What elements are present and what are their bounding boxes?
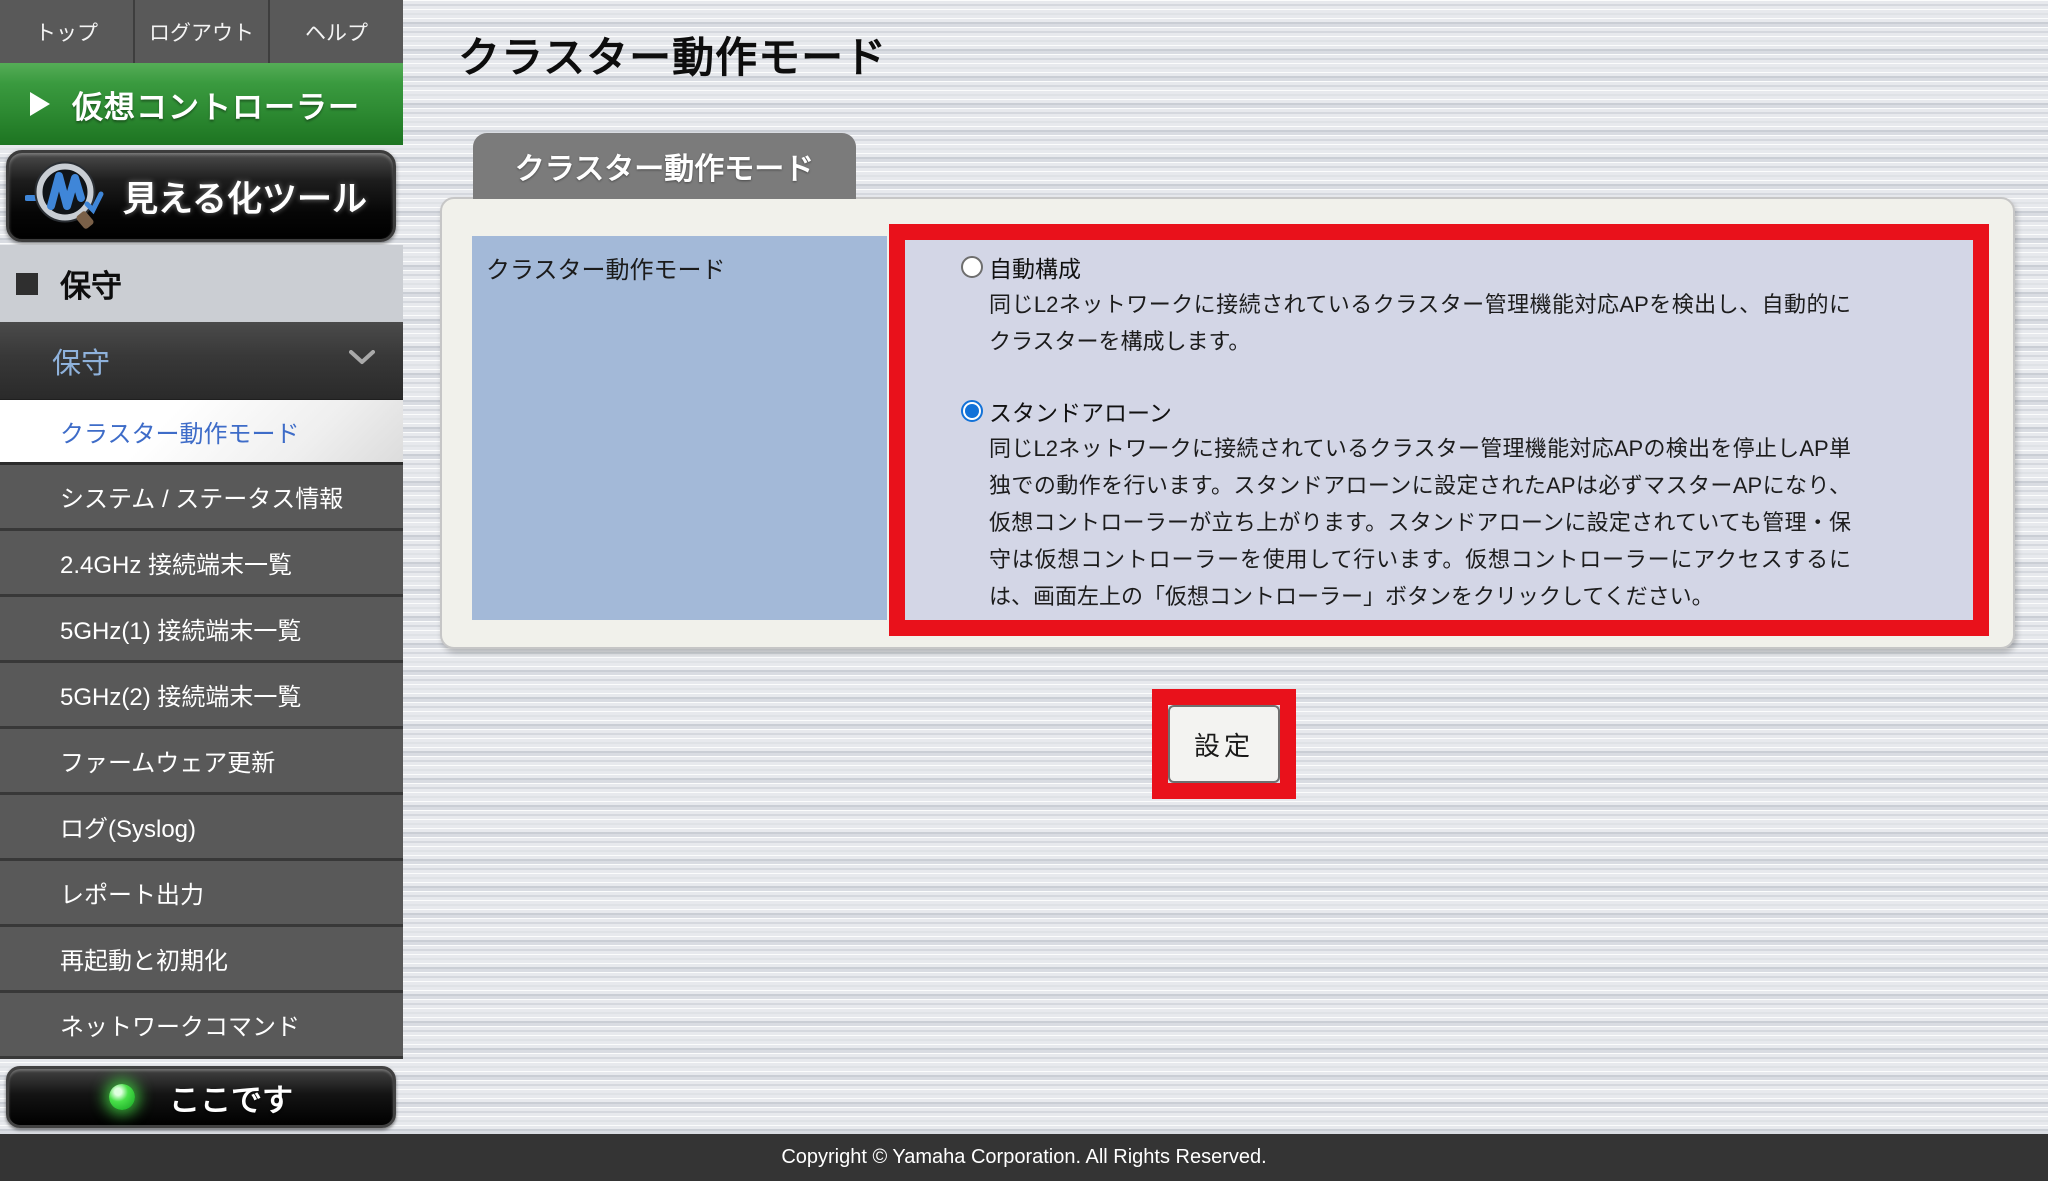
sidebar-item-network-command[interactable]: ネットワークコマンド — [0, 993, 403, 1059]
square-bullet-icon — [16, 273, 38, 295]
virtual-controller-button[interactable]: 仮想コントローラー — [0, 63, 403, 145]
sidebar-menu: クラスター動作モード システム / ステータス情報 2.4GHz 接続端末一覧 … — [0, 399, 403, 1059]
sidebar-item-24ghz-clients[interactable]: 2.4GHz 接続端末一覧 — [0, 531, 403, 597]
sidebar-item-system-status[interactable]: システム / ステータス情報 — [0, 465, 403, 531]
sidebar-item-restart-init[interactable]: 再起動と初期化 — [0, 927, 403, 993]
here-button-label: ここです — [169, 1075, 293, 1120]
option-auto-config-label: 自動構成 — [989, 250, 1081, 284]
cluster-mode-options-highlight: 自動構成 同じL2ネットワークに接続されているクラスター管理機能対応APを検出し… — [889, 224, 1989, 636]
settings-panel: クラスター動作モード 自動構成 同じL2ネットワークに接続されているクラスター管… — [440, 197, 2015, 649]
visualization-tool-label: 見える化ツール — [123, 171, 367, 222]
submit-button[interactable]: 設定 — [1168, 705, 1280, 783]
chevron-down-icon — [349, 350, 375, 371]
radio-checked-icon[interactable] — [961, 400, 983, 422]
section-header-maintenance: 保守 — [0, 245, 403, 322]
sidebar-item-5ghz2-clients[interactable]: 5GHz(2) 接続端末一覧 — [0, 663, 403, 729]
menu-header-label: 保守 — [52, 340, 349, 382]
sidebar-item-5ghz1-clients[interactable]: 5GHz(1) 接続端末一覧 — [0, 597, 403, 663]
play-triangle-icon — [30, 92, 50, 116]
menu-header-maintenance[interactable]: 保守 — [0, 322, 403, 399]
submit-button-highlight: 設定 — [1152, 689, 1296, 799]
option-auto-config-description: 同じL2ネットワークに接続されているクラスター管理機能対応APを検出し、自動的に… — [989, 286, 1851, 360]
section-header-label: 保守 — [60, 261, 122, 306]
page-title: クラスター動作モード — [458, 24, 887, 85]
sidebar-item-cluster-mode[interactable]: クラスター動作モード — [0, 399, 403, 465]
option-standalone-row[interactable]: スタンドアローン — [961, 392, 1953, 430]
option-standalone-description: 同じL2ネットワークに接続されているクラスター管理機能対応APの検出を停止しAP… — [989, 430, 1851, 615]
here-button[interactable]: ここです — [6, 1066, 396, 1128]
sidebar-item-firmware-update[interactable]: ファームウェア更新 — [0, 729, 403, 795]
virtual-controller-label: 仮想コントローラー — [72, 82, 360, 127]
radio-unchecked-icon[interactable] — [961, 256, 983, 278]
nav-item-logout[interactable]: ログアウト — [135, 0, 270, 63]
copyright-text: Copyright © Yamaha Corporation. All Righ… — [781, 1146, 1266, 1169]
option-standalone: スタンドアローン 同じL2ネットワークに接続されているクラスター管理機能対応AP… — [961, 392, 1953, 615]
option-auto-config: 自動構成 同じL2ネットワークに接続されているクラスター管理機能対応APを検出し… — [961, 248, 1953, 360]
top-nav: トップ ログアウト ヘルプ — [0, 0, 403, 63]
visualization-tool-button[interactable]: 見える化ツール — [6, 150, 396, 242]
sidebar-item-report-output[interactable]: レポート出力 — [0, 861, 403, 927]
sidebar: トップ ログアウト ヘルプ 仮想コントローラー 見える化ツール — [0, 0, 403, 1134]
page-background: トップ ログアウト ヘルプ 仮想コントローラー 見える化ツール — [0, 0, 2048, 1181]
tab-cluster-mode[interactable]: クラスター動作モード — [473, 133, 856, 199]
row-header: クラスター動作モード — [472, 236, 887, 620]
magnifier-logo-icon — [25, 154, 109, 238]
nav-item-help[interactable]: ヘルプ — [270, 0, 403, 63]
option-auto-config-row[interactable]: 自動構成 — [961, 248, 1953, 286]
sidebar-item-syslog[interactable]: ログ(Syslog) — [0, 795, 403, 861]
footer: Copyright © Yamaha Corporation. All Righ… — [0, 1134, 2048, 1181]
nav-item-top[interactable]: トップ — [0, 0, 135, 63]
option-standalone-label: スタンドアローン — [989, 394, 1172, 428]
status-dot-icon — [109, 1084, 135, 1110]
